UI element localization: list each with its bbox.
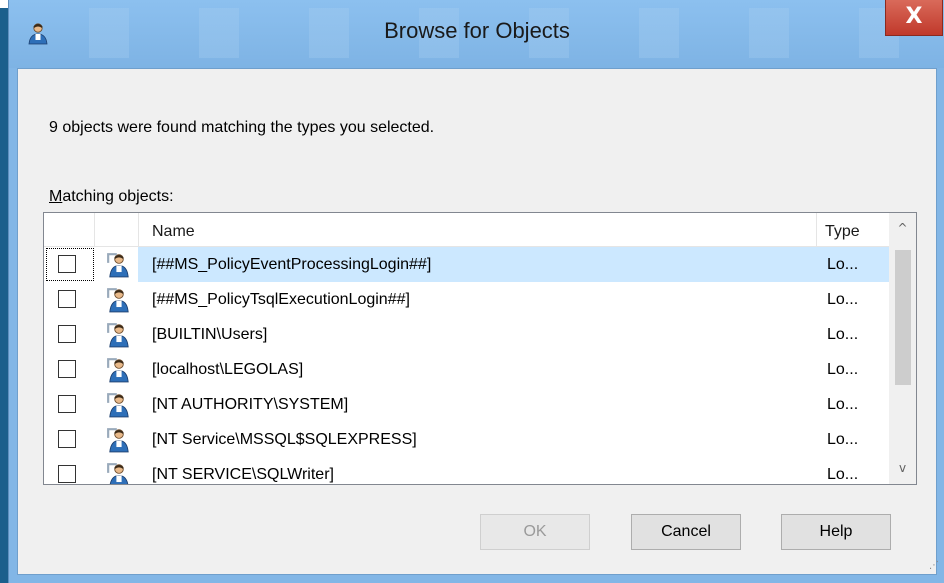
table-row[interactable]: [##MS_PolicyTsqlExecutionLogin##] Lo... <box>44 282 889 317</box>
close-button[interactable]: X <box>885 0 943 36</box>
user-login-icon <box>107 323 129 348</box>
row-checkbox[interactable] <box>58 290 76 308</box>
row-type: Lo... <box>827 361 859 378</box>
table-row[interactable]: [BUILTIN\Users] Lo... <box>44 317 889 352</box>
user-login-icon <box>107 288 129 313</box>
row-type: Lo... <box>827 466 859 483</box>
matching-objects-list[interactable]: Name Type [##MS_PolicyEventProcessingLog… <box>43 212 917 485</box>
ok-button[interactable]: OK <box>480 514 590 550</box>
scrollbar-thumb[interactable] <box>895 250 911 385</box>
vertical-scrollbar[interactable]: ^ v <box>889 213 916 484</box>
row-name: [##MS_PolicyEventProcessingLogin##] <box>152 256 432 273</box>
row-name: [NT Service\MSSQL$SQLEXPRESS] <box>152 431 417 448</box>
row-name: [NT SERVICE\SQLWriter] <box>152 466 334 483</box>
row-type: Lo... <box>827 326 859 343</box>
matching-objects-label: Matching objects: <box>49 188 174 206</box>
user-login-icon <box>107 358 129 383</box>
browse-for-objects-dialog: Browse for Objects X 9 objects were foun… <box>8 0 944 583</box>
table-row[interactable]: [NT Service\MSSQL$SQLEXPRESS] Lo... <box>44 422 889 457</box>
matching-objects-label-accelerator: M <box>49 188 63 205</box>
row-type: Lo... <box>827 256 859 273</box>
row-checkbox[interactable] <box>58 465 76 483</box>
list-rows: [##MS_PolicyEventProcessingLogin##] Lo...… <box>44 247 889 484</box>
row-name: [NT AUTHORITY\SYSTEM] <box>152 396 349 413</box>
header-separator[interactable] <box>138 213 139 247</box>
scroll-up-button[interactable]: ^ <box>889 213 916 243</box>
row-checkbox[interactable] <box>58 360 76 378</box>
row-checkbox[interactable] <box>58 395 76 413</box>
row-type: Lo... <box>827 396 859 413</box>
column-header-name[interactable]: Name <box>152 223 195 241</box>
user-login-icon <box>107 393 129 418</box>
row-checkbox[interactable] <box>58 325 76 343</box>
user-login-icon <box>107 253 129 278</box>
column-header-type[interactable]: Type <box>825 223 860 241</box>
user-login-icon <box>107 428 129 453</box>
window-title: Browse for Objects <box>384 18 570 43</box>
scroll-down-button[interactable]: v <box>889 453 916 483</box>
row-name: [localhost\LEGOLAS] <box>152 361 304 378</box>
table-row[interactable]: [localhost\LEGOLAS] Lo... <box>44 352 889 387</box>
user-login-icon <box>107 463 129 484</box>
table-row[interactable]: [##MS_PolicyEventProcessingLogin##] Lo... <box>44 247 889 282</box>
list-header: Name Type <box>44 213 889 247</box>
matching-objects-label-text: atching objects: <box>62 188 174 205</box>
table-row[interactable]: [NT AUTHORITY\SYSTEM] Lo... <box>44 387 889 422</box>
cancel-button[interactable]: Cancel <box>631 514 741 550</box>
title-bar[interactable]: Browse for Objects X <box>9 0 944 68</box>
row-name: [BUILTIN\Users] <box>152 326 268 343</box>
table-row[interactable]: [NT SERVICE\SQLWriter] Lo... <box>44 457 889 484</box>
row-checkbox[interactable] <box>58 430 76 448</box>
resize-grip-icon[interactable]: ⋰ <box>929 560 939 571</box>
help-button[interactable]: Help <box>781 514 891 550</box>
row-checkbox[interactable] <box>58 255 76 273</box>
header-separator[interactable] <box>816 213 817 247</box>
header-separator[interactable] <box>94 213 95 247</box>
row-type: Lo... <box>827 291 859 308</box>
row-name: [##MS_PolicyTsqlExecutionLogin##] <box>152 291 410 308</box>
row-type: Lo... <box>827 431 859 448</box>
result-count-text: 9 objects were found matching the types … <box>49 119 435 136</box>
